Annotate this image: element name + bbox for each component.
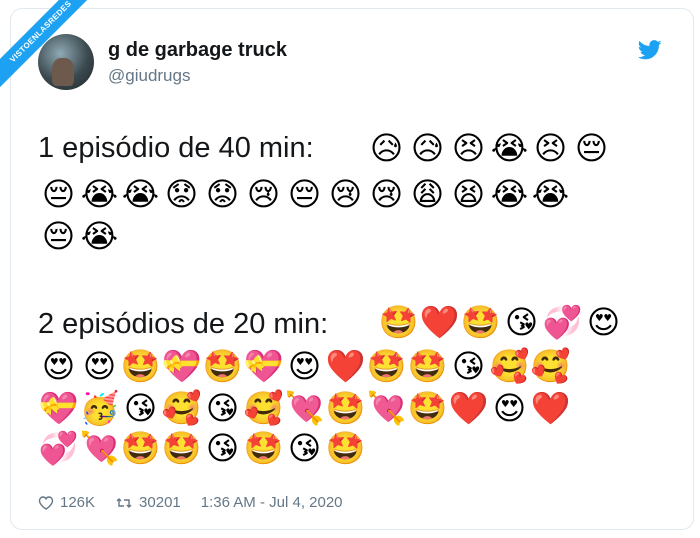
emoji: 😢 xyxy=(369,175,404,213)
retweet-stat[interactable]: 30201 xyxy=(115,494,181,511)
emoji-row: 😍 😍 🤩 💝 🤩 💝 😍 ❤️ 🤩 🤩 😘 🥰 🥰 xyxy=(38,346,571,386)
emoji: 😣 xyxy=(451,129,486,167)
emoji: 😍 xyxy=(82,347,117,385)
emoji: 😔 xyxy=(41,175,76,213)
twitter-bird-icon[interactable] xyxy=(638,40,662,60)
emoji: 🥳 xyxy=(79,389,120,427)
emoji: 💘 xyxy=(79,429,120,467)
emoji: 💝 xyxy=(243,347,284,385)
emoji: ❤️ xyxy=(325,347,366,385)
emoji: 🤩 xyxy=(161,429,202,467)
emoji: 😣 xyxy=(533,129,568,167)
tweet-line-1: 1 episódio de 40 min: xyxy=(38,132,314,164)
emoji: 😥 xyxy=(410,129,445,167)
emoji: 🤩 xyxy=(325,429,366,467)
avatar[interactable] xyxy=(38,34,94,90)
emoji: 😘 xyxy=(451,347,486,385)
heart-icon xyxy=(38,496,54,510)
emoji: 🤩 xyxy=(120,347,161,385)
emoji: 🤩 xyxy=(325,389,366,427)
emoji: 😭 xyxy=(490,175,529,213)
emoji: 😘 xyxy=(287,429,322,467)
emoji: 😘 xyxy=(123,389,158,427)
emoji: 😘 xyxy=(504,303,539,341)
emoji-row: 😔 😭 😭 😟 😟 😢 😔 😢 😢 😩 😫 😭 😭 xyxy=(38,174,571,214)
tweet-line-2: 2 episódios de 20 min: xyxy=(38,308,329,340)
emoji: 💘 xyxy=(284,389,325,427)
emoji: 😍 xyxy=(586,303,621,341)
emoji: 😭 xyxy=(121,175,160,213)
like-count: 126K xyxy=(60,494,96,511)
emoji: 🥰 xyxy=(530,347,571,385)
emoji-row: 😔 😭 xyxy=(38,216,120,256)
tweet-screenshot: VISTOENLASREDES g de garbage truck @giud… xyxy=(0,0,700,538)
emoji: 😫 xyxy=(451,175,486,213)
emoji: 💞 xyxy=(38,429,79,467)
like-stat[interactable]: 126K xyxy=(38,494,95,511)
emoji: ❤️ xyxy=(530,389,571,427)
emoji: 🤩 xyxy=(407,389,448,427)
emoji: 💝 xyxy=(161,347,202,385)
emoji: 🥰 xyxy=(243,389,284,427)
emoji: 🤩 xyxy=(366,347,407,385)
emoji: 🤩 xyxy=(407,347,448,385)
emoji: 😭 xyxy=(80,175,119,213)
timestamp[interactable]: 1:36 AM - Jul 4, 2020 xyxy=(201,494,343,511)
emoji-row: 😥 😥 😣 😭 😣 😔 xyxy=(366,128,612,168)
emoji: 🤩 xyxy=(243,429,284,467)
emoji: 💘 xyxy=(366,389,407,427)
emoji: 🥰 xyxy=(489,347,530,385)
retweet-count: 30201 xyxy=(139,494,181,511)
emoji: 🤩 xyxy=(202,347,243,385)
emoji: 😍 xyxy=(41,347,76,385)
emoji: ❤️ xyxy=(419,303,460,341)
emoji: 😭 xyxy=(490,129,529,167)
emoji: 😟 xyxy=(205,175,240,213)
emoji: 😔 xyxy=(574,129,609,167)
user-handle[interactable]: @giudrugs xyxy=(108,66,287,86)
emoji: 😭 xyxy=(80,217,119,255)
emoji: 🤩 xyxy=(378,303,419,341)
emoji: 😭 xyxy=(531,175,570,213)
emoji: 🤩 xyxy=(120,429,161,467)
emoji-row: 💝 🥳 😘 🥰 😘 🥰 💘 🤩 💘 🤩 ❤️ 😍 ❤️ xyxy=(38,388,571,428)
emoji: 💝 xyxy=(38,389,79,427)
emoji: 😍 xyxy=(492,389,527,427)
emoji: 😘 xyxy=(205,389,240,427)
emoji: 😘 xyxy=(205,429,240,467)
emoji: 😢 xyxy=(246,175,281,213)
emoji: 😍 xyxy=(287,347,322,385)
emoji: 😔 xyxy=(41,217,76,255)
emoji-row: 💞 💘 🤩 🤩 😘 🤩 😘 🤩 xyxy=(38,428,366,468)
emoji-row: 🤩 ❤️ 🤩 😘 💞 😍 xyxy=(378,302,624,342)
tweet-header: g de garbage truck @giudrugs xyxy=(38,34,287,90)
emoji: 😔 xyxy=(287,175,322,213)
display-name[interactable]: g de garbage truck xyxy=(108,39,287,62)
emoji: ❤️ xyxy=(448,389,489,427)
retweet-icon xyxy=(116,497,132,508)
emoji: 😩 xyxy=(410,175,445,213)
emoji: 😥 xyxy=(369,129,404,167)
emoji: 🤩 xyxy=(460,303,501,341)
emoji: 😢 xyxy=(328,175,363,213)
emoji: 🥰 xyxy=(161,389,202,427)
tweet-footer: 126K 30201 1:36 AM - Jul 4, 2020 xyxy=(38,494,363,511)
emoji: 💞 xyxy=(542,303,583,341)
user-names: g de garbage truck @giudrugs xyxy=(108,39,287,86)
emoji: 😟 xyxy=(164,175,199,213)
